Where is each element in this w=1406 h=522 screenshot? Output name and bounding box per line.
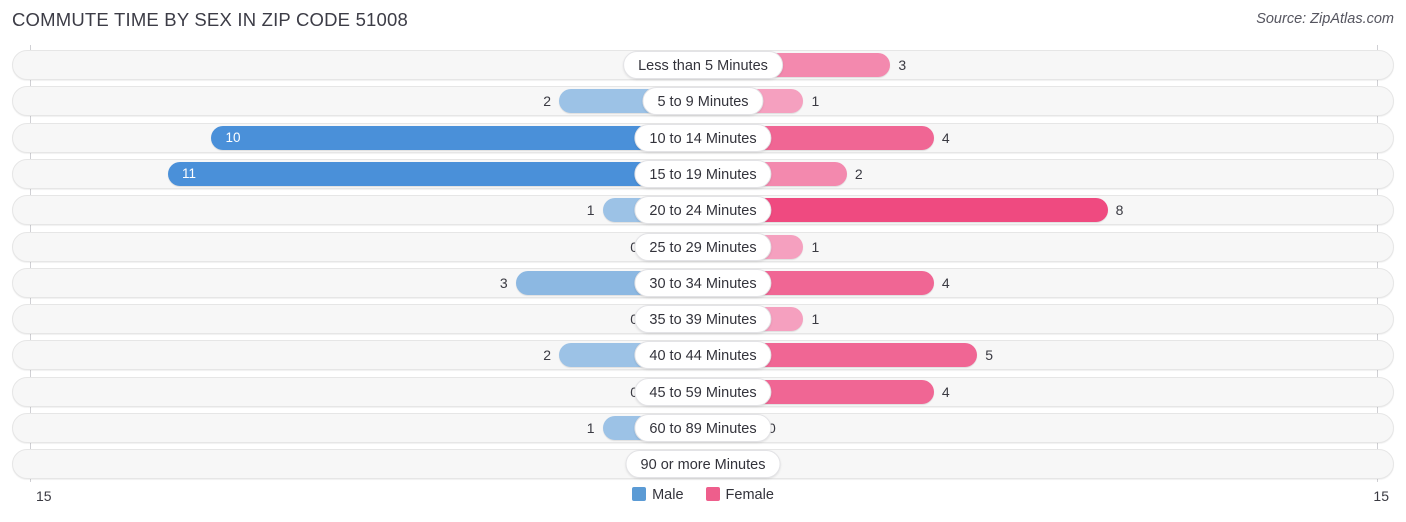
- source-attribution: Source: ZipAtlas.com: [1256, 11, 1394, 27]
- chart-row-bars: 3 4 30 to 34 Minutes: [0, 268, 1406, 298]
- value-label-male: 11: [182, 165, 197, 181]
- chart-row-bars: 0 1 25 to 29 Minutes: [0, 232, 1406, 262]
- chart-row-bars: 2 5 40 to 44 Minutes: [0, 340, 1406, 370]
- category-label: 45 to 59 Minutes: [634, 377, 772, 406]
- legend-label: Female: [725, 487, 774, 503]
- category-label: 10 to 14 Minutes: [634, 123, 772, 152]
- value-label-female: 5: [985, 347, 994, 364]
- category-label: 20 to 24 Minutes: [634, 196, 772, 225]
- value-label-female: 8: [1115, 202, 1124, 219]
- chart-row-bars: 10 4 10 to 14 Minutes: [0, 123, 1406, 153]
- legend-item[interactable]: Female: [705, 487, 774, 503]
- category-label: 90 or more Minutes: [625, 450, 781, 479]
- value-label-male: 0: [578, 232, 638, 262]
- value-label-female: 1: [811, 238, 820, 255]
- category-label: Less than 5 Minutes: [623, 51, 783, 79]
- value-label-female: 3: [898, 57, 907, 73]
- chart-row-bars: 0090 or more Minutes: [0, 449, 1406, 479]
- value-label-female: 4: [941, 129, 950, 146]
- legend-swatch-icon: [705, 487, 720, 501]
- chart-row-bars: 0 4 45 to 59 Minutes: [0, 377, 1406, 407]
- legend-item[interactable]: Male: [632, 487, 684, 503]
- chart-header: COMMUTE TIME BY SEX IN ZIP CODE 51008 So…: [0, 0, 1406, 42]
- category-label: 40 to 44 Minutes: [634, 341, 772, 370]
- value-label-male: 1: [586, 202, 595, 219]
- chart-row-bars: 11 2 15 to 19 Minutes: [0, 159, 1406, 189]
- bar-male[interactable]: [168, 161, 703, 186]
- value-label-male: 2: [543, 347, 552, 364]
- category-label: 35 to 39 Minutes: [634, 305, 772, 334]
- legend-swatch-icon: [632, 487, 647, 501]
- category-label: 60 to 89 Minutes: [634, 414, 772, 442]
- value-label-male: 0: [578, 377, 638, 407]
- category-label: 15 to 19 Minutes: [634, 159, 772, 188]
- value-label-male: 2: [543, 93, 552, 110]
- chart-row-bars: 2 1 5 to 9 Minutes: [0, 86, 1406, 116]
- value-label-male: 0: [578, 304, 638, 334]
- page-title: COMMUTE TIME BY SEX IN ZIP CODE 51008: [12, 9, 409, 30]
- category-label: 5 to 9 Minutes: [642, 87, 764, 116]
- value-label-male: 3: [499, 274, 508, 291]
- value-label-male: 1: [586, 420, 595, 436]
- chart-row-bars: 03Less than 5 Minutes: [0, 50, 1406, 80]
- value-label-female: 2: [854, 165, 863, 182]
- chart-row-bars: 0 1 35 to 39 Minutes: [0, 304, 1406, 334]
- category-label: 30 to 34 Minutes: [634, 268, 772, 297]
- value-label-female: 1: [811, 311, 820, 328]
- value-label-female: 0: [768, 420, 776, 436]
- value-label-male: 10: [225, 129, 241, 145]
- legend-label: Male: [652, 487, 684, 503]
- category-label: 25 to 29 Minutes: [634, 232, 772, 261]
- chart-footer: 15 15 Male Female: [0, 482, 1406, 522]
- value-label-female: 4: [941, 274, 950, 291]
- chart-row-bars: 1 0 60 to 89 Minutes: [0, 413, 1406, 443]
- chart-plot-area: 03Less than 5 Minutes215 to 9 Minutes104…: [0, 45, 1406, 482]
- value-label-female: 1: [811, 93, 820, 110]
- chart-legend: Male Female: [0, 487, 1406, 503]
- value-label-female: 4: [941, 383, 950, 400]
- chart-row-bars: 1 8 20 to 24 Minutes: [0, 195, 1406, 225]
